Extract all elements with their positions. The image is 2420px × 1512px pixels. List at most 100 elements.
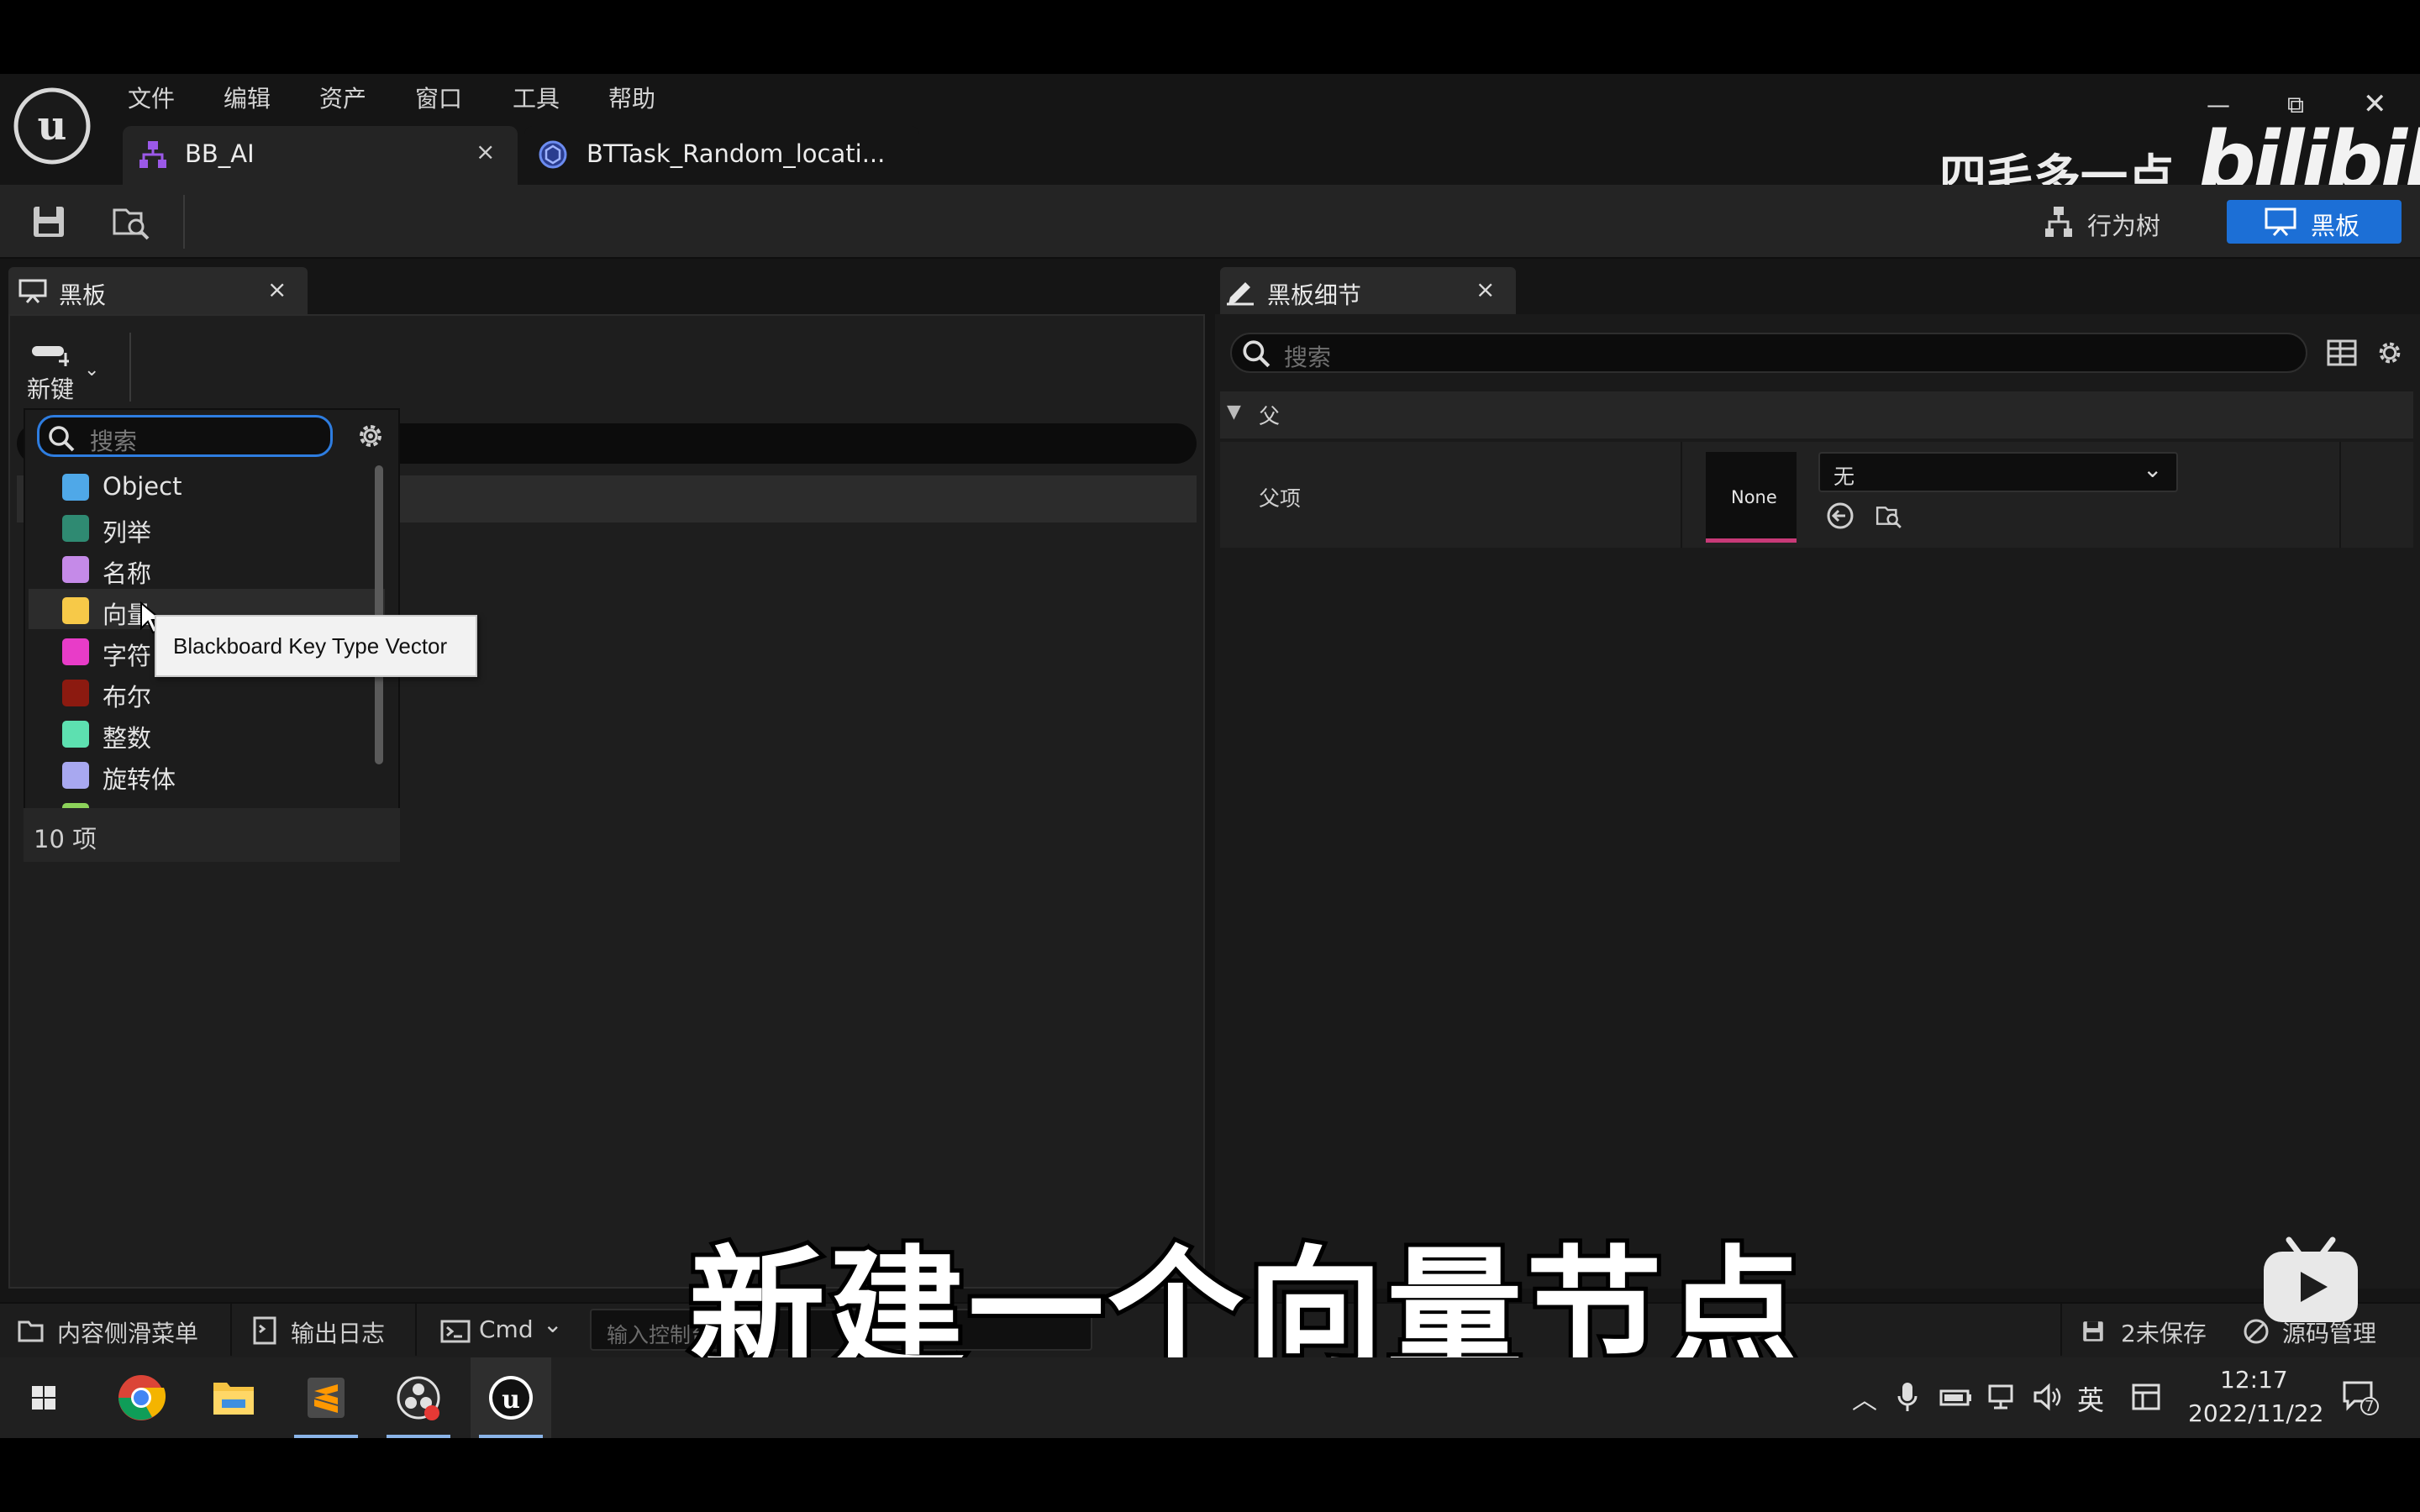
panel-title: 黑板 [59,281,107,309]
key-type-item-bool[interactable]: 布尔 [29,671,385,711]
chevron-down-icon: ⌄ [2143,455,2163,483]
tab-blackboard-details[interactable]: 黑板细节 × [1220,267,1516,316]
tray-overflow-chevron-icon[interactable]: ︿ [1852,1379,1877,1416]
add-key-icon [30,343,69,368]
dropdown-footer: 10 项 [24,808,400,862]
terminal-icon [440,1319,471,1344]
ime-indicator[interactable]: 英 [2077,1379,2104,1418]
key-type-item-enum[interactable]: 列举 [29,507,385,547]
key-type-item-name[interactable]: 名称 [29,548,385,588]
browse-icon[interactable] [1872,501,1906,531]
key-type-label: 布尔 [103,683,152,711]
asset-thumbnail[interactable]: None [1706,452,1797,543]
name-type-swatch [62,556,89,583]
tab-bb-ai[interactable]: BB_AI × [123,126,518,185]
tab-blackboard[interactable]: 黑板 × [8,267,308,316]
file-explorer-icon[interactable] [193,1357,274,1438]
save-icon[interactable] [27,200,71,244]
int-type-swatch [62,721,89,748]
key-type-search-input[interactable]: 搜索 [37,415,333,457]
network-icon[interactable] [1986,1383,2020,1411]
key-type-label: Object [103,472,182,501]
section-label: 父 [1259,404,1281,428]
tab-label: BB_AI [185,139,255,168]
key-type-item-rotator[interactable]: 旋转体 [29,753,385,794]
unsaved-button[interactable]: 2未保存 [2079,1312,2222,1349]
clock-date[interactable]: 2022/11/22 [2188,1399,2323,1427]
parent-asset-combo[interactable]: 无 ⌄ [1818,452,2178,492]
output-log-button[interactable]: 输出日志 [252,1312,412,1349]
key-type-label: 浮点 [103,801,151,808]
svg-text:u: u [502,1385,520,1415]
edit-pencil-icon [1225,277,1255,306]
divider [2060,1304,2062,1356]
bool-type-swatch [62,680,89,706]
tab-close-button[interactable]: × [476,138,495,165]
unsaved-label: 2未保存 [2121,1320,2207,1347]
blackboard-icon [18,279,47,304]
column-divider [2339,442,2341,548]
string-type-swatch [62,638,89,665]
section-header-parent[interactable]: ▼ 父 [1220,391,2413,438]
tab-label: BTTask_Random_locati... [587,139,886,168]
key-type-item-object[interactable]: Object [29,465,385,506]
unreal-editor-taskbar-icon[interactable]: u [471,1357,551,1438]
key-type-label: 旋转体 [103,765,176,794]
microphone-icon[interactable] [1896,1381,1919,1415]
key-type-label: 整数 [103,724,152,753]
key-type-tooltip: Blackboard Key Type Vector [155,615,477,677]
rotator-type-swatch [62,762,89,789]
key-type-label: 字符 [103,642,152,670]
thumbnail-label: None [1731,487,1777,507]
grid-view-icon[interactable] [2326,338,2358,368]
menu-window[interactable]: 窗口 [415,81,462,114]
search-icon [46,423,76,454]
video-play-badge-icon [2260,1235,2361,1327]
panel-close-button[interactable]: × [1476,276,1495,303]
property-label: 父项 [1259,486,1302,511]
menu-edit[interactable]: 编辑 [224,81,271,114]
menu-tools[interactable]: 工具 [513,81,560,114]
volume-icon[interactable] [2032,1383,2064,1411]
browse-icon[interactable] [109,200,153,244]
divider [129,333,131,402]
clock-time[interactable]: 12:17 [2220,1366,2288,1394]
search-placeholder: 搜索 [90,428,138,455]
enum-type-swatch [62,515,89,542]
details-search-input[interactable]: 搜索 [1230,333,2307,373]
column-divider [1681,442,1682,548]
combo-value: 无 [1833,465,1855,489]
chrome-icon[interactable] [101,1357,182,1438]
behavior-tree-mode-button[interactable]: 行为树 [2033,200,2185,244]
cmd-label: Cmd [479,1315,534,1343]
windows-start-icon[interactable] [3,1357,84,1438]
property-row-parent: 父项 None 无 ⌄ [1220,442,2413,548]
obs-icon[interactable] [378,1357,459,1438]
use-selected-arrow-icon[interactable] [1825,501,1855,531]
settings-gear-icon[interactable] [353,418,388,454]
new-key-button[interactable]: 新键 ⌄ [24,336,111,403]
save-icon [2079,1317,2107,1346]
tab-bttask-random-location[interactable]: BTTask_Random_locati... [524,126,919,185]
object-type-swatch [62,474,89,501]
panel-close-button[interactable]: × [267,276,287,303]
cmd-dropdown[interactable]: Cmd ⌄ [440,1310,575,1349]
key-type-item-float[interactable]: 浮点 [29,795,385,808]
divider [230,1304,232,1356]
search-placeholder: 搜索 [1284,344,1332,371]
battery-icon[interactable] [1939,1384,1973,1410]
menu-help[interactable]: 帮助 [608,81,655,114]
sublime-text-icon[interactable] [286,1357,366,1438]
ime-layout-icon[interactable] [2131,1383,2161,1411]
divider [415,1304,417,1356]
unreal-logo-icon[interactable]: u [12,86,92,166]
collapse-arrow-icon: ▼ [1227,402,1241,423]
panel-title: 黑板细节 [1267,281,1362,309]
key-type-item-int[interactable]: 整数 [29,712,385,753]
blackboard-mode-button[interactable]: 黑板 [2227,200,2402,244]
settings-gear-icon[interactable] [2373,336,2407,370]
mode-label: 行为树 [2087,212,2161,240]
menu-file[interactable]: 文件 [128,81,175,114]
content-drawer-button[interactable]: 内容侧滑菜单 [17,1312,227,1349]
menu-asset[interactable]: 资产 [319,81,366,114]
